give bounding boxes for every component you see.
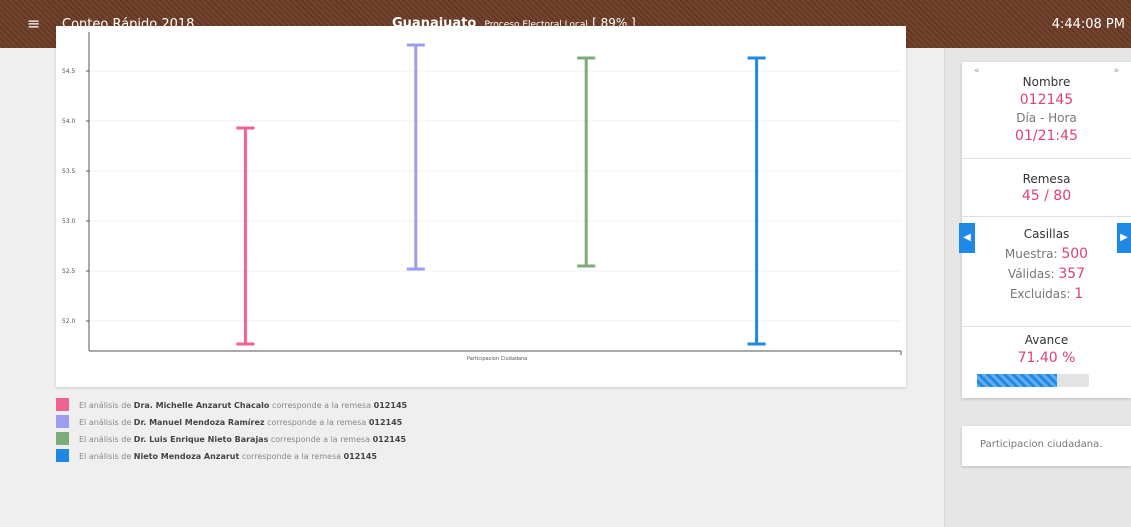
note-text: Participacion ciudadana.: [980, 439, 1103, 450]
nombre-label: Nombre: [1022, 75, 1071, 89]
note-card: Participacion ciudadana.: [962, 426, 1131, 466]
validas-value: 357: [1058, 266, 1086, 282]
remesa-section: Remesa 45 / 80: [962, 159, 1131, 217]
y-tick-label: 52.0: [62, 318, 76, 325]
legend-swatch: [56, 415, 69, 428]
hamburger-icon[interactable]: ≡: [27, 14, 40, 33]
caret-left-icon[interactable]: ◀: [959, 223, 975, 253]
legend-text: El análisis de Dr. Luis Enrique Nieto Ba…: [79, 435, 407, 444]
legend-swatch: [56, 449, 69, 462]
error-bar-chart: 52.0 52.5 53.0 53.5 54.0 54.5 Participacion Ci…: [62, 32, 902, 362]
avance-progress-bar: [977, 374, 1089, 387]
excluidas-value: 1: [1074, 286, 1084, 302]
validas-row: Válidas: 357: [1007, 266, 1086, 282]
chart-card: 52.0 52.5 53.0 53.5 54.0 54.5 Participacion Ci…: [56, 26, 906, 387]
info-card: « » Nombre 012145 Día - Hora 01/21:45 Re…: [962, 62, 1131, 398]
nombre-section: Nombre 012145 Día - Hora 01/21:45: [962, 62, 1131, 159]
legend-swatch: [56, 432, 69, 445]
x-axis-label: Participacion Ciudadana: [467, 356, 527, 362]
legend-text: El análisis de Nieto Mendoza Anzarut cor…: [79, 452, 377, 461]
avance-label: Avance: [1024, 333, 1069, 347]
legend-text: El análisis de Dra. Michelle Anzarut Cha…: [79, 401, 408, 410]
nombre-value: 012145: [1019, 92, 1074, 108]
muestra-row: Muestra: 500: [1004, 246, 1089, 262]
dia-hora-value: 01/21:45: [1015, 128, 1078, 144]
clock: 4:44:08 PM: [1051, 17, 1125, 32]
avance-progress-fill: [977, 374, 1057, 387]
excluidas-row: Excluidas: 1: [1009, 286, 1084, 302]
legend-swatch: [56, 398, 69, 411]
muestra-value: 500: [1061, 246, 1089, 262]
legend-text: El análisis de Dr. Manuel Mendoza Ramíre…: [79, 418, 403, 427]
remesa-label: Remesa: [1022, 172, 1071, 186]
avance-section: Avance 71.40 %: [962, 327, 1131, 398]
remesa-value: 45 / 80: [1021, 188, 1072, 204]
y-tick-label: 54.0: [62, 118, 76, 125]
avance-value: 71.40 %: [1017, 350, 1076, 366]
y-tick-label: 54.5: [62, 68, 76, 75]
dia-hora-label: Día - Hora: [1016, 111, 1077, 125]
casillas-section: Casillas Muestra: 500 Válidas: 357 Exclu…: [962, 217, 1131, 327]
y-tick-label: 53.0: [62, 218, 76, 225]
y-tick-label: 52.5: [62, 268, 76, 275]
casillas-label: Casillas: [1023, 227, 1070, 241]
y-tick-label: 53.5: [62, 168, 76, 175]
caret-right-icon[interactable]: ▶: [1117, 223, 1131, 253]
